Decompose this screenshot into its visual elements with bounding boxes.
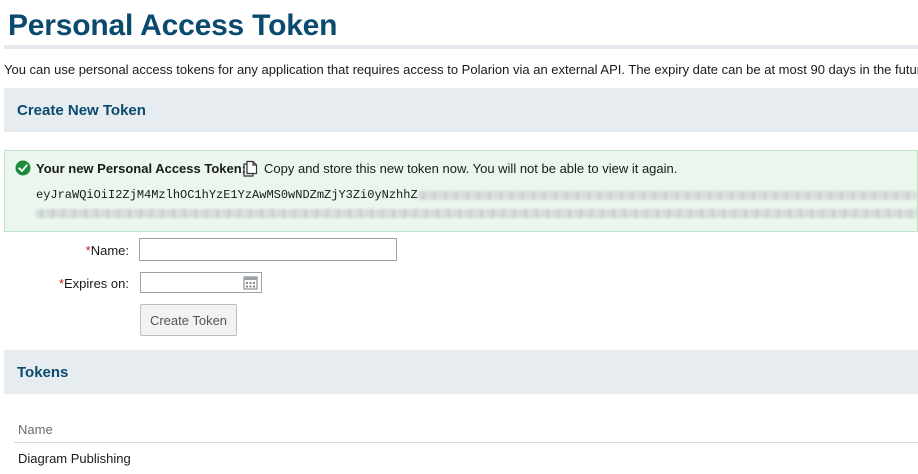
name-field-label: *Name: bbox=[85, 243, 129, 258]
expiry-date-field[interactable] bbox=[140, 272, 262, 293]
table-row[interactable]: Diagram Publishing bbox=[18, 451, 131, 466]
create-token-button[interactable]: Create Token bbox=[140, 304, 237, 336]
new-token-label: Your new Personal Access Token: bbox=[36, 161, 246, 176]
tokens-heading: Tokens bbox=[17, 364, 69, 381]
token-value-redacted bbox=[36, 209, 917, 218]
page-intro: You can use personal access tokens for a… bbox=[4, 62, 918, 77]
expiry-date-input[interactable] bbox=[141, 273, 247, 292]
token-name-input[interactable] bbox=[139, 238, 397, 261]
token-value-redacted bbox=[418, 191, 917, 200]
page-title: Personal Access Token bbox=[8, 9, 338, 42]
calendar-icon[interactable] bbox=[243, 275, 258, 290]
tokens-section-header: Tokens bbox=[4, 350, 918, 394]
check-circle-icon bbox=[15, 160, 31, 176]
create-token-heading: Create New Token bbox=[17, 102, 146, 119]
column-header-name: Name bbox=[18, 422, 53, 437]
new-token-notice: Your new Personal Access Token: Copy and… bbox=[4, 150, 918, 232]
copy-icon[interactable] bbox=[241, 159, 259, 177]
token-value[interactable]: eyJraWQiOiI2ZjM4MzlhOC1hYzE1YzAwMS0wNDZm… bbox=[36, 188, 418, 202]
table-divider bbox=[14, 442, 918, 443]
create-token-section-header: Create New Token bbox=[4, 88, 918, 132]
new-token-message: Copy and store this new token now. You w… bbox=[264, 161, 678, 176]
title-divider bbox=[4, 45, 918, 49]
expires-field-label: *Expires on: bbox=[58, 276, 129, 291]
